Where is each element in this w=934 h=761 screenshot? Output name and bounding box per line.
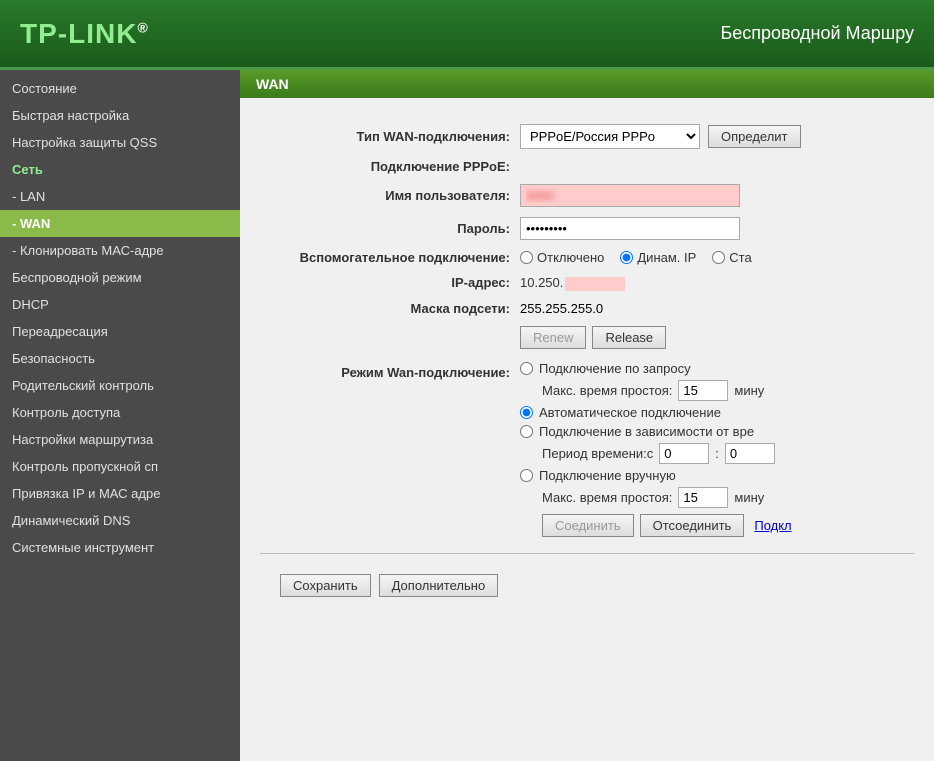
- wan-type-row: Тип WAN-подключения: PPPoE/Россия PPPo О…: [260, 124, 914, 149]
- password-label: Пароль:: [260, 221, 520, 236]
- bottom-buttons: Сохранить Дополнительно: [260, 566, 914, 605]
- ip-redacted: [565, 277, 625, 291]
- sidebar: Состояние Быстрая настройка Настройка за…: [0, 70, 240, 761]
- ip-row: IP-адрес: 10.250.: [260, 275, 914, 291]
- mode-manual-option: Подключение вручную: [520, 468, 914, 483]
- radio-time-based[interactable]: [520, 425, 533, 438]
- advanced-button[interactable]: Дополнительно: [379, 574, 499, 597]
- radio-disabled-label: Отключено: [537, 250, 604, 265]
- time-separator: :: [715, 446, 719, 461]
- disconnect-button[interactable]: Отсоединить: [640, 514, 745, 537]
- radio-dynamic-label: Динам. IP: [637, 250, 696, 265]
- header: TP-LINK® Беспроводной Маршру: [0, 0, 934, 70]
- secondary-row: Вспомогательное подключение: Отключено Д…: [260, 250, 914, 265]
- radio-dynamic-ip[interactable]: [620, 251, 633, 264]
- mode-auto-label: Автоматическое подключение: [539, 405, 721, 420]
- ip-label: IP-адрес:: [260, 275, 520, 290]
- mask-row: Маска подсети: 255.255.255.0: [260, 301, 914, 316]
- renew-release-row: Renew Release: [260, 326, 914, 349]
- sidebar-item-dhcp[interactable]: DHCP: [0, 291, 240, 318]
- mode-time-based-option: Подключение в зависимости от вре: [520, 424, 914, 439]
- mask-label: Маска подсети:: [260, 301, 520, 316]
- sidebar-item-access[interactable]: Контроль доступа: [0, 399, 240, 426]
- sidebar-item-forwarding[interactable]: Переадресация: [0, 318, 240, 345]
- sidebar-item-wan[interactable]: - WAN: [0, 210, 240, 237]
- radio-manual[interactable]: [520, 469, 533, 482]
- content-area: WAN Тип WAN-подключения: PPPoE/Россия PP…: [240, 70, 934, 761]
- sidebar-item-routing[interactable]: Настройки маршрутиза: [0, 426, 240, 453]
- logo-trademark: ®: [137, 19, 148, 35]
- connect-buttons-row: Соединить Отсоединить Подкл: [542, 514, 914, 537]
- release-button[interactable]: Release: [592, 326, 666, 349]
- sidebar-item-status[interactable]: Состояние: [0, 75, 240, 102]
- mode-on-demand-sub: Макс. время простоя: мину: [542, 380, 914, 401]
- password-row: Пароль:: [260, 217, 914, 240]
- mode-auto-option: Автоматическое подключение: [520, 405, 914, 420]
- header-title: Беспроводной Маршру: [720, 23, 914, 44]
- username-label: Имя пользователя:: [260, 188, 520, 203]
- sidebar-item-bandwidth[interactable]: Контроль пропускной сп: [0, 453, 240, 480]
- radio-static[interactable]: [712, 251, 725, 264]
- radio-dynamic-item: Динам. IP: [620, 250, 696, 265]
- wan-type-value: PPPoE/Россия PPPo Определит: [520, 124, 914, 149]
- time-from-input[interactable]: [659, 443, 709, 464]
- time-range-sub: Период времени:с :: [542, 443, 914, 464]
- wan-mode-row: Режим Wan-подключение: Подключение по за…: [260, 361, 914, 541]
- detect-button[interactable]: Определит: [708, 125, 801, 148]
- minutes-label-1: мину: [734, 383, 764, 398]
- max-idle-input-2[interactable]: [678, 487, 728, 508]
- form-area: Тип WAN-подключения: PPPoE/Россия PPPo О…: [240, 114, 934, 615]
- mode-manual-sub: Макс. время простоя: мину: [542, 487, 914, 508]
- radio-auto[interactable]: [520, 406, 533, 419]
- sidebar-item-ddns[interactable]: Динамический DNS: [0, 507, 240, 534]
- ip-prefix: 10.250.: [520, 275, 627, 291]
- time-to-input[interactable]: [725, 443, 775, 464]
- pppoe-label-row: Подключение PPPoE:: [260, 159, 914, 174]
- wan-mode-label: Режим Wan-подключение:: [260, 361, 520, 380]
- main-layout: Состояние Быстрая настройка Настройка за…: [0, 70, 934, 761]
- divider: [260, 553, 914, 554]
- sidebar-item-lan[interactable]: - LAN: [0, 183, 240, 210]
- username-input[interactable]: [520, 184, 740, 207]
- sidebar-item-tools[interactable]: Системные инструмент: [0, 534, 240, 561]
- max-idle-input-1[interactable]: [678, 380, 728, 401]
- password-input[interactable]: [520, 217, 740, 240]
- radio-on-demand[interactable]: [520, 362, 533, 375]
- wan-type-label: Тип WAN-подключения:: [260, 129, 520, 144]
- renew-button[interactable]: Renew: [520, 326, 586, 349]
- secondary-label: Вспомогательное подключение:: [260, 250, 520, 265]
- username-row: Имя пользователя:: [260, 184, 914, 207]
- radio-static-item: Ста: [712, 250, 751, 265]
- connect-button[interactable]: Соединить: [542, 514, 634, 537]
- mode-on-demand-label: Подключение по запросу: [539, 361, 691, 376]
- mode-manual-label: Подключение вручную: [539, 468, 676, 483]
- time-from-label: Период времени:с: [542, 446, 653, 461]
- radio-disabled[interactable]: [520, 251, 533, 264]
- sidebar-item-security[interactable]: Безопасность: [0, 345, 240, 372]
- max-idle-label-2: Макс. время простоя:: [542, 490, 672, 505]
- logo-text: TP-LINK: [20, 18, 137, 49]
- minutes-label-2: мину: [734, 490, 764, 505]
- sidebar-item-ip-mac[interactable]: Привязка IP и МАС адре: [0, 480, 240, 507]
- mode-on-demand-option: Подключение по запросу: [520, 361, 914, 376]
- pppoe-label: Подключение PPPoE:: [260, 159, 520, 174]
- wan-mode-options: Подключение по запросу Макс. время прост…: [520, 361, 914, 541]
- sidebar-item-mac-clone[interactable]: - Клонировать МАС-адре: [0, 237, 240, 264]
- radio-static-label: Ста: [729, 250, 751, 265]
- wan-type-select[interactable]: PPPoE/Россия PPPo: [520, 124, 700, 149]
- max-idle-label-1: Макс. время простоя:: [542, 383, 672, 398]
- sidebar-item-network[interactable]: Сеть: [0, 156, 240, 183]
- sidebar-item-parental[interactable]: Родительский контроль: [0, 372, 240, 399]
- save-button[interactable]: Сохранить: [280, 574, 371, 597]
- sidebar-item-qss[interactable]: Настройка защиты QSS: [0, 129, 240, 156]
- reconnect-link[interactable]: Подкл: [750, 515, 795, 536]
- radio-disabled-item: Отключено: [520, 250, 604, 265]
- sidebar-item-quick-setup[interactable]: Быстрая настройка: [0, 102, 240, 129]
- mode-time-based-label: Подключение в зависимости от вре: [539, 424, 754, 439]
- logo: TP-LINK®: [20, 18, 149, 50]
- secondary-options: Отключено Динам. IP Ста: [520, 250, 914, 265]
- mask-value: 255.255.255.0: [520, 301, 603, 316]
- sidebar-item-wireless[interactable]: Беспроводной режим: [0, 264, 240, 291]
- wan-section-title: WAN: [240, 70, 934, 98]
